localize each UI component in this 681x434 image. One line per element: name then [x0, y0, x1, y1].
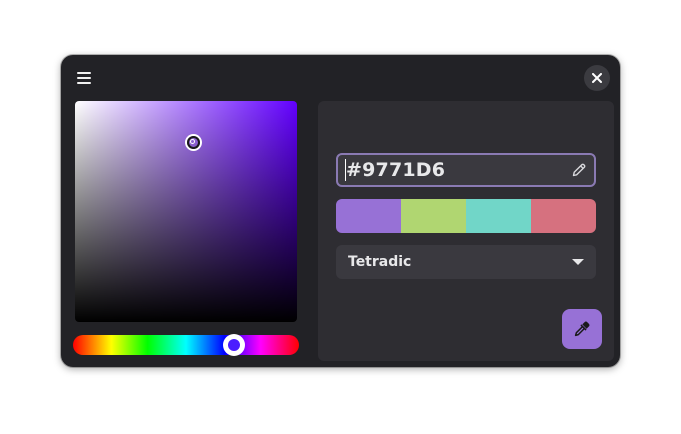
pencil-icon[interactable] [571, 162, 587, 178]
hex-value-text[interactable]: #9771D6 [346, 159, 445, 181]
close-button[interactable] [584, 65, 610, 91]
hue-slider-handle[interactable] [223, 334, 245, 356]
text-caret [345, 159, 346, 181]
menu-button[interactable] [73, 67, 95, 89]
eyedropper-button[interactable] [562, 309, 602, 349]
harmony-dropdown[interactable]: Tetradic [336, 245, 596, 279]
chevron-down-icon [572, 259, 584, 265]
color-picker-handle[interactable] [187, 136, 200, 149]
app-window: #9771D6 Tetradic [61, 55, 620, 367]
color-palette [336, 199, 596, 233]
menu-bar [77, 82, 91, 84]
eyedropper-icon [574, 321, 590, 337]
color-info-panel: #9771D6 Tetradic [318, 101, 614, 361]
palette-swatch[interactable] [336, 199, 401, 233]
palette-swatch[interactable] [531, 199, 596, 233]
close-icon [592, 73, 602, 83]
hue-slider[interactable] [73, 334, 299, 356]
harmony-selected-label: Tetradic [348, 254, 412, 270]
menu-bar [77, 77, 91, 79]
menu-bar [77, 72, 91, 74]
palette-swatch[interactable] [466, 199, 531, 233]
palette-swatch[interactable] [401, 199, 466, 233]
saturation-value-picker[interactable] [75, 101, 297, 322]
hex-color-input[interactable]: #9771D6 [336, 153, 596, 187]
